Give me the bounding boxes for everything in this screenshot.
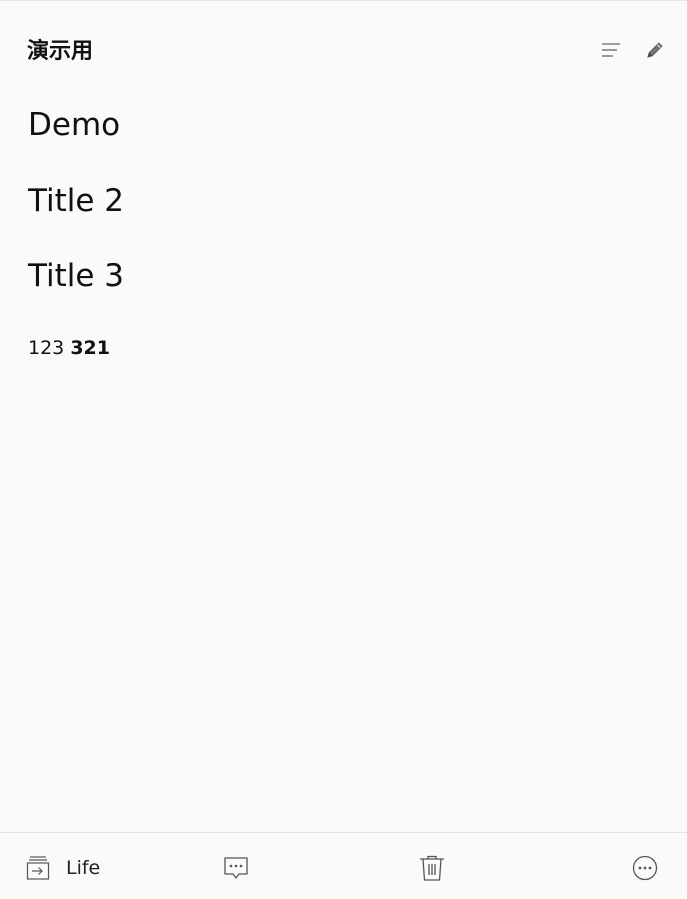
delete-button[interactable] <box>418 853 446 883</box>
edit-button[interactable] <box>642 37 668 63</box>
comment-icon <box>222 854 250 882</box>
note-footer-toolbar: Life <box>0 832 687 899</box>
trash-icon <box>418 854 446 882</box>
paragraph: 123 321 <box>28 335 110 361</box>
heading-title-2: Title 2 <box>28 183 125 219</box>
more-icon <box>631 854 659 882</box>
note-view: 演示用 Demo Title 2 Title 3 123 321 Life <box>0 0 687 899</box>
outline-icon <box>600 41 622 59</box>
move-to-notebook-icon <box>26 855 50 881</box>
outline-button[interactable] <box>598 37 624 63</box>
paragraph-bold-text: 321 <box>70 337 110 359</box>
move-notebook-button[interactable]: Life <box>26 853 100 883</box>
pencil-icon <box>644 39 666 61</box>
heading-demo: Demo <box>28 107 121 143</box>
paragraph-plain-text: 123 <box>28 337 71 359</box>
heading-title-3: Title 3 <box>28 258 125 294</box>
note-header: 演示用 <box>0 1 687 101</box>
note-title: 演示用 <box>27 39 94 64</box>
notebook-label: Life <box>66 857 101 879</box>
comment-button[interactable] <box>222 853 250 883</box>
more-button[interactable] <box>631 853 659 883</box>
